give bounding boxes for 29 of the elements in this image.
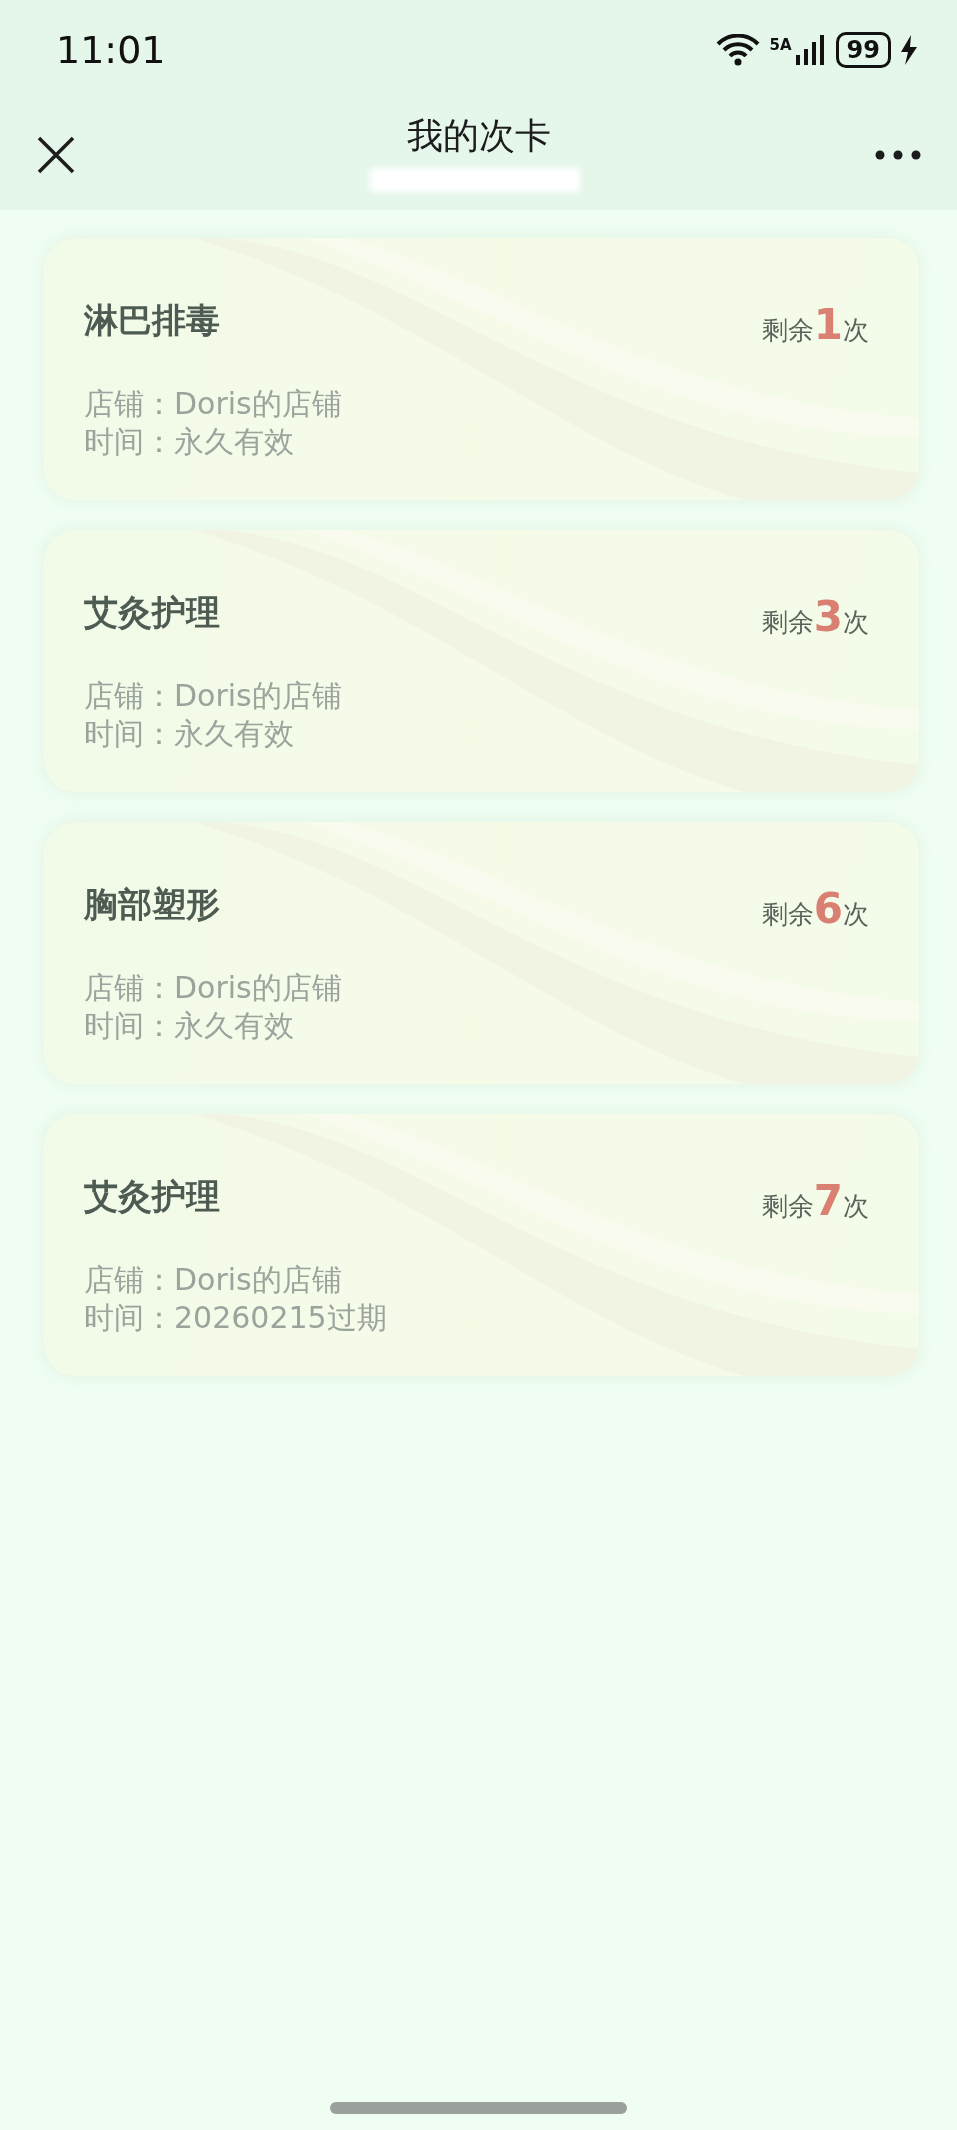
card[interactable]: 艾灸护理 剩余3次 店铺：Doris的店铺 时间：永久有效 [44,530,919,792]
card-title: 淋巴排毒 [84,298,220,342]
card[interactable]: 淋巴排毒 剩余1次 店铺：Doris的店铺 时间：永久有效 [44,238,919,500]
validity-info: 时间：永久有效 [84,1007,295,1045]
card-title: 胸部塑形 [84,882,220,926]
card[interactable]: 艾灸护理 剩余7次 店铺：Doris的店铺 时间：20260215过期 [44,1114,919,1376]
status-time: 11:01 [56,28,166,72]
store-info: 店铺：Doris的店铺 [84,1261,343,1299]
validity-info: 时间：20260215过期 [84,1299,388,1337]
more-icon[interactable] [875,150,921,160]
close-icon[interactable] [36,135,76,175]
store-info: 店铺：Doris的店铺 [84,385,343,423]
card-title: 艾灸护理 [84,590,220,634]
charging-icon [901,35,917,65]
remaining-count: 剩余7次 [761,1176,869,1225]
store-info: 店铺：Doris的店铺 [84,969,343,1007]
validity-info: 时间：永久有效 [84,715,295,753]
remaining-count: 剩余1次 [761,300,869,349]
network-type: 5A [769,36,792,54]
validity-info: 时间：永久有效 [84,423,295,461]
store-info: 店铺：Doris的店铺 [84,677,343,715]
battery-level: 99 [835,32,891,68]
remaining-count: 剩余3次 [761,592,869,641]
remaining-count: 剩余6次 [761,884,869,933]
card-title: 艾灸护理 [84,1174,220,1218]
wifi-icon [715,34,760,66]
card[interactable]: 胸部塑形 剩余6次 店铺：Doris的店铺 时间：永久有效 [44,822,919,1084]
page-title: 我的次卡 [406,114,551,158]
signal-icon [795,35,826,65]
